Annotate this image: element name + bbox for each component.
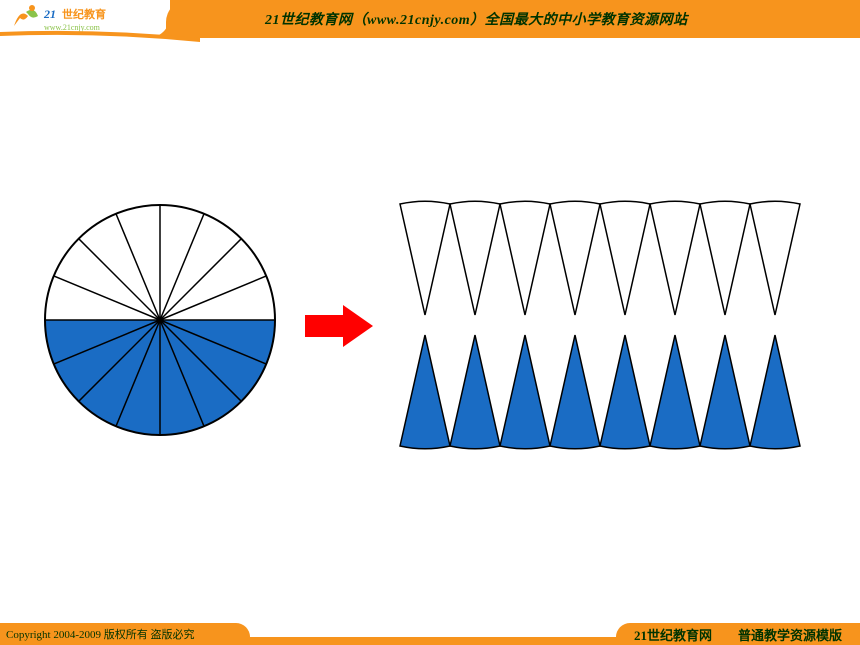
svg-text:世纪教育: 世纪教育: [62, 7, 106, 21]
slide-content: [0, 100, 860, 580]
top-sectors-row: [400, 201, 800, 315]
circle-rearrangement-diagram: [30, 190, 830, 510]
footer-brand: 21世纪教育网: [634, 625, 712, 644]
header-tagline: 21世纪教育网（www.21cnjy.com）全国最大的中小学教育资源网站: [265, 9, 688, 29]
divided-circle: [45, 205, 275, 435]
svg-text:21: 21: [43, 7, 56, 21]
footer-bar: Copyright 2004-2009 版权所有 盗版必究 21世纪教育网 普通…: [0, 623, 860, 645]
bottom-sectors-row: [400, 335, 800, 449]
footer-template: 普通教学资源模版: [738, 625, 842, 644]
footer-divider: [250, 637, 616, 645]
footer-right-block: 21世纪教育网 普通教学资源模版: [616, 623, 860, 645]
arrow-icon: [305, 305, 373, 347]
header-swoosh-decoration: [0, 28, 250, 46]
footer-copyright: Copyright 2004-2009 版权所有 盗版必究: [0, 623, 250, 645]
